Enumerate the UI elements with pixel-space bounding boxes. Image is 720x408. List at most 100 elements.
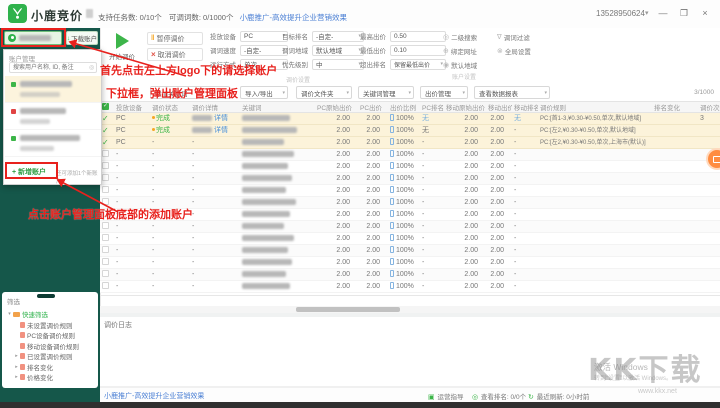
row-checkbox[interactable] xyxy=(102,246,109,253)
table-row[interactable]: ---2.002.00100%-2.002.00- xyxy=(100,233,720,245)
folder-icon xyxy=(13,312,20,317)
table-cell: - xyxy=(512,269,538,281)
table-row[interactable]: ---2.002.00100%-2.002.00- xyxy=(100,209,720,221)
table-row[interactable]: ---2.002.00100%-2.002.00- xyxy=(100,185,720,197)
account-search-input[interactable] xyxy=(9,62,97,73)
account-number[interactable]: 13528950624 xyxy=(596,9,645,18)
row-checkbox[interactable] xyxy=(102,222,109,229)
row-checkbox[interactable]: ✓ xyxy=(102,114,109,123)
table-cell: 2.00 xyxy=(315,113,358,125)
row-checkbox[interactable] xyxy=(102,282,109,289)
mobile-icon xyxy=(390,198,394,205)
close-button[interactable]: × xyxy=(698,8,712,18)
table-row[interactable]: ✓PC完成 详情2.002.00100%无2.002.00无PC:[首1-3,¥… xyxy=(100,113,720,125)
promo-link[interactable]: 小鹿推广-高效提升企业营销效果 xyxy=(240,13,348,22)
tree-item[interactable]: ▸排名变化 xyxy=(6,362,98,373)
priority-select[interactable]: 中 xyxy=(312,59,364,70)
row-checkbox[interactable] xyxy=(102,162,109,169)
statusbar-promo-link[interactable]: 小鹿推广-高效提升企业营销效果 xyxy=(104,391,204,401)
detail-link[interactable]: 详情 xyxy=(214,115,228,122)
quick-global-settings[interactable]: ⊗ 全局设置 xyxy=(497,46,531,56)
table-row[interactable]: ✓PC--2.002.00100%-2.002.00-PC:[左2,¥0.30-… xyxy=(100,137,720,149)
account-item[interactable] xyxy=(5,103,101,130)
table-row[interactable]: ✓PC完成 详情2.002.00100%无2.002.00-PC:[左2,¥0.… xyxy=(100,125,720,137)
account-caret-icon[interactable]: ▾ xyxy=(645,9,649,17)
table-cell: - xyxy=(190,233,240,245)
maximize-button[interactable]: ❐ xyxy=(677,8,691,19)
dropdown-bid-manage[interactable]: 出价管理 xyxy=(420,86,468,99)
cancel-bidding-button[interactable]: × 取消调价 xyxy=(147,48,203,61)
minimize-button[interactable]: — xyxy=(656,8,670,18)
row-checkbox[interactable] xyxy=(102,258,109,265)
target-rank-select[interactable]: -自定- xyxy=(312,31,364,42)
tree-root-quick-filter[interactable]: ▾快速筛选 xyxy=(6,309,98,320)
dropdown-import-export[interactable]: 导入/导出 xyxy=(240,86,288,99)
account-item[interactable] xyxy=(5,76,101,103)
tree-item[interactable]: 未设置调价规则 xyxy=(6,320,98,331)
refresh-icon: ↻ xyxy=(528,394,534,401)
tree-item[interactable]: ▸已设置调价规则 xyxy=(6,351,98,362)
dropdown-bid-folder[interactable]: 调价文件夹 xyxy=(296,86,352,99)
tree-item[interactable]: 移动设备调价规则 xyxy=(6,341,98,352)
select-all-checkbox[interactable]: ✓ xyxy=(102,103,109,110)
table-cell: - xyxy=(114,281,150,293)
statusbar-refresh[interactable]: ↻ 最近刷新: 0小时前 xyxy=(528,391,589,401)
row-checkbox[interactable] xyxy=(102,174,109,181)
quick-default-region[interactable]: ◉ 默认地域 xyxy=(443,60,477,70)
table-cell: 2.00 xyxy=(486,185,512,197)
min-bid-input[interactable]: 0.10 xyxy=(390,45,446,56)
table-row[interactable]: ---2.002.00100%-2.002.00- xyxy=(100,245,720,257)
start-bidding-button[interactable]: 开始调价 xyxy=(102,31,142,63)
statusbar-guide[interactable]: ▣ 运营指导 xyxy=(428,391,463,401)
blurred-keyword xyxy=(242,247,288,253)
tree-item[interactable]: ▸价格变化 xyxy=(6,372,98,383)
horizontal-scrollbar-track[interactable] xyxy=(100,306,720,313)
device-select[interactable]: PC xyxy=(240,31,288,42)
tree-item[interactable]: PC设备调价规则 xyxy=(6,330,98,341)
download-icon: ↓ xyxy=(67,35,70,42)
detail-link[interactable]: 详情 xyxy=(214,127,228,134)
table-row[interactable]: ---2.002.00100%-2.002.00- xyxy=(100,281,720,293)
horizontal-scrollbar-thumb[interactable] xyxy=(296,307,400,312)
statusbar-rank[interactable]: ◎ 查看排名: 0/0个 xyxy=(472,391,526,401)
quick-secondary-search[interactable]: ◎ 二级搜索 xyxy=(443,32,477,42)
table-cell xyxy=(698,185,720,197)
table-row[interactable]: ---2.002.00100%-2.002.00- xyxy=(100,173,720,185)
row-checkbox[interactable] xyxy=(102,234,109,241)
table-cell: 2.00 xyxy=(486,161,512,173)
table-cell: - xyxy=(190,161,240,173)
quick-word-filter[interactable]: ∇ 调词过滤 xyxy=(497,32,530,42)
table-cell: 2.00 xyxy=(486,233,512,245)
table-cell: 2.00 xyxy=(444,269,486,281)
speed-select[interactable]: -自定- xyxy=(240,45,288,56)
table-cell xyxy=(240,209,315,221)
table-row[interactable]: ---2.002.00100%-2.002.00- xyxy=(100,197,720,209)
region-select[interactable]: 默认地域 xyxy=(312,45,364,56)
table-row[interactable]: ---2.002.00100%-2.002.00- xyxy=(100,269,720,281)
table-row[interactable]: ---2.002.00100%-2.002.00- xyxy=(100,161,720,173)
account-item[interactable] xyxy=(5,130,101,157)
download-account-button[interactable]: ↓ 下载账户 xyxy=(66,31,98,45)
table-cell: - xyxy=(512,185,538,197)
table-row[interactable]: ---2.002.00100%-2.002.00- xyxy=(100,221,720,233)
max-bid-input[interactable]: 0.50 xyxy=(390,31,446,42)
table-cell: 无 xyxy=(420,113,444,125)
panel-collapse-handle[interactable] xyxy=(37,294,55,298)
table-cell: 2.00 xyxy=(358,221,388,233)
pause-bidding-button[interactable]: ‖ 暂停调价 xyxy=(147,32,203,45)
row-checkbox[interactable]: ✓ xyxy=(102,126,109,135)
table-row[interactable]: ---2.002.00100%-2.002.00- xyxy=(100,257,720,269)
dropdown-data-report[interactable]: 查看数据报表 xyxy=(474,86,550,99)
over-rank-select[interactable]: 保留最低出价 xyxy=(390,59,446,70)
row-checkbox[interactable] xyxy=(102,186,109,193)
row-checkbox[interactable] xyxy=(102,270,109,277)
row-checkbox[interactable] xyxy=(102,198,109,205)
dropdown-keyword-manage[interactable]: 关键词管理 xyxy=(358,86,414,99)
row-checkbox[interactable]: ✓ xyxy=(102,138,109,147)
row-checkbox[interactable] xyxy=(102,150,109,157)
table-row[interactable]: ---2.002.00100%-2.002.00- xyxy=(100,149,720,161)
rule-icon xyxy=(20,364,25,370)
quick-bind-url[interactable]: ⊕ 绑定网址 xyxy=(443,46,477,56)
table-cell: 3 xyxy=(698,113,720,125)
field-priority: 优先级别 中 xyxy=(282,58,364,70)
